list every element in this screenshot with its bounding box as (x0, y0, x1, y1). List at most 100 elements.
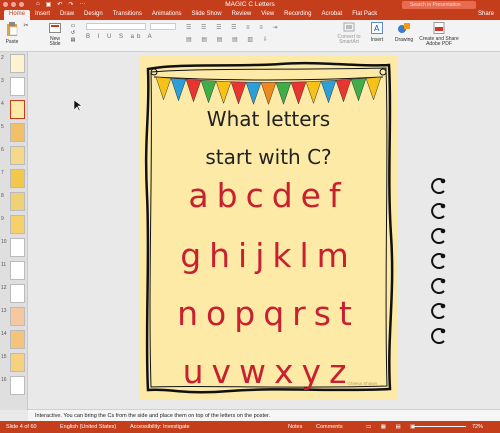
slide-thumbnail[interactable]: 12 (0, 283, 28, 305)
thumbnail-image (10, 376, 25, 395)
bunting-flag (335, 79, 352, 103)
tab-insert[interactable]: Insert (30, 10, 55, 20)
font-name-select[interactable] (86, 23, 146, 30)
draggable-c-shape[interactable] (429, 251, 449, 271)
thumbnail-image (10, 100, 25, 119)
slide-thumbnail[interactable]: 15 (0, 352, 28, 374)
question-line-1: What letters (206, 107, 331, 131)
slide-thumbnail[interactable]: 10 (0, 237, 28, 259)
bunting-flag (275, 81, 292, 106)
language-status[interactable]: English (United States) (60, 424, 116, 430)
draggable-c-shape[interactable] (429, 276, 449, 296)
bunting-flag (215, 80, 232, 105)
mouse-cursor-icon (74, 100, 82, 112)
speaker-notes[interactable]: Interactive. You can bring the Cs from t… (28, 409, 500, 421)
slide-thumbnail[interactable]: 14 (0, 329, 28, 351)
bunting-flags (155, 76, 382, 106)
thumbnail-image (10, 54, 25, 73)
tab-transitions[interactable]: Transitions (108, 10, 147, 20)
draggable-c-shape[interactable] (429, 301, 449, 321)
slide-thumbnail[interactable]: 6 (0, 145, 28, 167)
thumbnail-image (10, 192, 25, 211)
bunting-flag (155, 76, 172, 101)
comments-toggle[interactable]: Comments (316, 424, 343, 430)
cut-icon[interactable]: ✂ (22, 22, 30, 29)
clipboard-icon (7, 22, 18, 36)
tab-draw[interactable]: Draw (55, 10, 79, 20)
slide-thumbnail[interactable]: 4 (0, 99, 28, 121)
thumbnail-image (10, 169, 25, 188)
thumbnail-image (10, 261, 25, 280)
draggable-c-shape[interactable] (429, 226, 449, 246)
thumbnail-number: 6 (1, 147, 4, 153)
create-share-pdf-button[interactable]: Create and Share Adobe PDF (418, 22, 460, 47)
paragraph-buttons[interactable]: ☰ ☰ ☰ ☰ ≡ ≡ ⇥ (186, 24, 326, 31)
slide-thumbnail[interactable]: 3 (0, 76, 28, 98)
thumbnail-image (10, 77, 25, 96)
search-input[interactable]: Search in Presentation (402, 1, 476, 9)
slide-thumbnail[interactable]: 2 (0, 53, 28, 75)
new-slide-label: New Slide (49, 36, 61, 47)
view-buttons[interactable]: ▭ ▦ ▤ ▣ (366, 424, 419, 430)
bunting-flag (305, 80, 322, 105)
tab-design[interactable]: Design (79, 10, 108, 20)
drawing-label: Drawing (394, 37, 414, 43)
slide-thumbnail[interactable]: 5 (0, 122, 28, 144)
bunting-flag (365, 76, 382, 101)
zoom-slider[interactable] (414, 426, 466, 427)
tab-recording[interactable]: Recording (279, 10, 316, 20)
thumbnail-number: 16 (1, 377, 7, 383)
thumbnail-number: 4 (1, 101, 4, 107)
corner-curl-right (379, 68, 387, 76)
tab-acrobat[interactable]: Acrobat (317, 10, 348, 20)
share-button[interactable]: Share (478, 11, 494, 17)
thumbnail-number: 7 (1, 170, 4, 176)
slide[interactable]: What letters start with C? abcdef ghijkl… (140, 55, 397, 399)
thumbnail-image (10, 284, 25, 303)
thumbnail-image (10, 123, 25, 142)
font-size-select[interactable] (150, 23, 176, 30)
ribbon-tabs: Home Insert Draw Design Transitions Animation… (0, 10, 500, 20)
notes-toggle[interactable]: Notes (288, 424, 302, 430)
tab-slide-show[interactable]: Slide Show (187, 10, 227, 20)
title-bar: ⌂ ▣ ↶ ↷ ··· MAGIC C Letters Search in Pr… (0, 0, 500, 10)
slide-thumbnail[interactable]: 9 (0, 214, 28, 236)
slide-canvas[interactable]: What letters start with C? abcdef ghijkl… (28, 52, 500, 410)
drawing-button[interactable]: Drawing (393, 22, 415, 43)
bunting-flag (350, 77, 367, 102)
thumbnail-image (10, 307, 25, 326)
slide-thumbnail[interactable]: 7 (0, 168, 28, 190)
draggable-c-shape[interactable] (429, 176, 449, 196)
thumbnail-number: 9 (1, 216, 4, 222)
accessibility-status[interactable]: Accessibility: Investigate (130, 424, 190, 430)
thumbnail-number: 2 (1, 55, 4, 61)
new-slide-button[interactable]: New Slide (44, 22, 66, 47)
tab-review[interactable]: Review (227, 10, 257, 20)
align-buttons[interactable]: ▤ ▤ ▤ ▤ ▥ ⇩ (186, 36, 326, 43)
svg-text:A: A (374, 24, 380, 33)
insert-button[interactable]: A Insert (368, 22, 386, 43)
paste-label: Paste (5, 39, 19, 45)
convert-smartart-button[interactable]: Convert to SmartArt (334, 22, 364, 45)
font-format-buttons[interactable]: B I U S ab A (86, 34, 176, 40)
draggable-c-shape[interactable] (429, 326, 449, 346)
tab-flat-pack[interactable]: Flat Pack (347, 10, 382, 20)
draggable-c-shape[interactable] (429, 201, 449, 221)
zoom-level[interactable]: 72% (472, 424, 483, 430)
slide-thumbnail[interactable]: 8 (0, 191, 28, 213)
layout-icons[interactable]: ▭ ↺ ▤ (68, 23, 78, 44)
tab-home[interactable]: Home (4, 10, 31, 20)
slide-thumbnail[interactable]: 11 (0, 260, 28, 282)
create-share-pdf-label: Create and Share Adobe PDF (419, 36, 459, 47)
tab-animations[interactable]: Animations (147, 10, 187, 20)
shapes-icon (398, 23, 410, 33)
watermark: ©Mesa Shawn (347, 381, 377, 386)
tab-view[interactable]: View (256, 10, 279, 20)
thumbnail-number: 5 (1, 124, 4, 130)
slide-thumbnail[interactable]: 16 (0, 375, 28, 397)
bunting-flag (290, 81, 307, 105)
slide-thumbnails-panel[interactable]: 2 3 4 5 6 7 8 9 10 11 12 13 14 15 16 (0, 52, 28, 410)
paste-button[interactable]: Paste (4, 22, 20, 45)
thumbnail-number: 3 (1, 78, 4, 84)
slide-thumbnail[interactable]: 13 (0, 306, 28, 328)
